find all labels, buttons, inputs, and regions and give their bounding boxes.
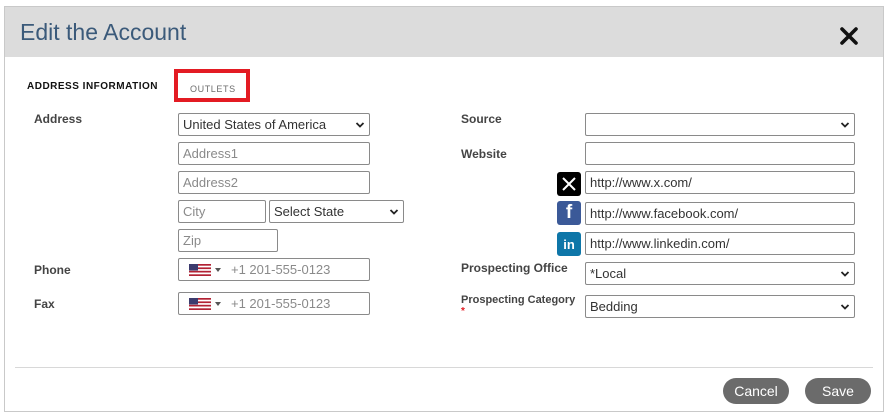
fax-input[interactable]: +1 201-555-0123 [178,292,370,315]
us-flag-icon [189,297,211,310]
country-code-caret-icon[interactable] [215,301,221,306]
tab-address-information[interactable]: ADDRESS INFORMATION [27,81,158,92]
x-url-input[interactable]: http://www.x.com/ [585,171,855,194]
prospecting-office-label: Prospecting Office [461,261,568,275]
dialog-header: Edit the Account [5,7,883,57]
website-label: Website [461,147,507,161]
source-select[interactable] [585,113,855,136]
country-value: United States of America [183,117,327,132]
linkedin-url-input[interactable]: http://www.linkedin.com/ [585,232,855,255]
cancel-button[interactable]: Cancel [723,378,789,404]
close-icon[interactable] [839,26,859,46]
phone-label: Phone [34,263,71,277]
country-code-caret-icon[interactable] [215,267,221,272]
country-select[interactable]: United States of America [178,113,370,136]
zip-input[interactable]: Zip [178,229,278,252]
chevron-down-icon [355,121,365,128]
required-mark: * [461,306,465,317]
linkedin-icon: in [557,232,581,256]
address1-input[interactable]: Address1 [178,142,370,165]
source-label: Source [461,112,502,126]
city-input[interactable]: City [178,200,266,223]
us-flag-icon [189,263,211,276]
dialog-title: Edit the Account [20,19,187,45]
tab-outlets[interactable]: OUTLETS [190,84,236,94]
tab-outlets-highlight: OUTLETS [174,69,250,102]
prospecting-category-select[interactable]: Bedding [585,295,855,318]
save-button[interactable]: Save [805,378,871,404]
website-input[interactable] [585,142,855,165]
facebook-icon: f [557,201,581,225]
chevron-down-icon [840,121,850,128]
phone-input[interactable]: +1 201-555-0123 [178,258,370,281]
facebook-url-input[interactable]: http://www.facebook.com/ [585,202,855,225]
edit-account-dialog: Edit the Account ADDRESS INFORMATION OUT… [4,6,884,412]
prospecting-category-label: Prospecting Category [461,294,576,306]
x-icon [557,172,581,196]
chevron-down-icon [840,303,850,310]
footer-divider [15,367,873,368]
fax-label: Fax [34,297,55,311]
chevron-down-icon [389,208,399,215]
state-select[interactable]: Select State [269,200,404,223]
chevron-down-icon [840,270,850,277]
address2-input[interactable]: Address2 [178,171,370,194]
address-label: Address [34,112,83,126]
prospecting-office-select[interactable]: *Local [585,262,855,285]
